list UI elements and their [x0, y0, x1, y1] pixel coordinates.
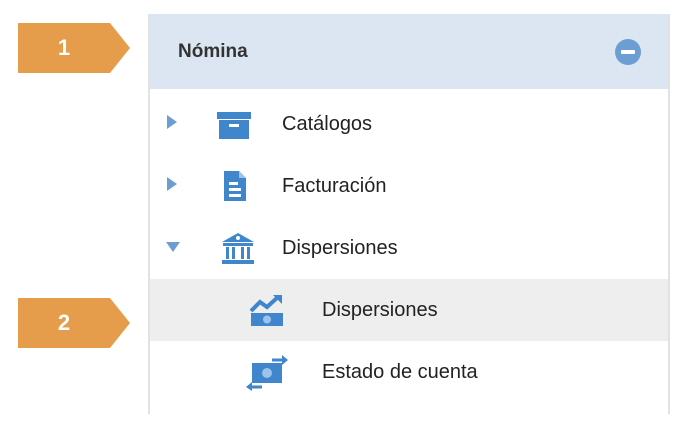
- menu-item-facturacion[interactable]: Facturación: [150, 155, 668, 217]
- menu-item-label: Dispersiones: [282, 237, 398, 259]
- document-icon: [224, 171, 246, 201]
- callout-step-1: 1: [18, 23, 130, 73]
- menu-item-label: Catálogos: [282, 113, 373, 135]
- submenu-item-estado-de-cuenta[interactable]: Estado de cuenta: [150, 341, 668, 403]
- panel-title: Nómina: [178, 41, 248, 62]
- callout-step-2: 2: [18, 298, 130, 348]
- archive-box-icon: [217, 112, 251, 139]
- menu-item-label: Facturación: [282, 175, 387, 197]
- menu-item-catalogos[interactable]: Catálogos: [150, 93, 668, 155]
- menu-item-dispersiones[interactable]: Dispersiones: [150, 217, 668, 279]
- caret-down-icon[interactable]: [166, 241, 180, 253]
- submenu-item-dispersiones[interactable]: Dispersiones: [150, 279, 668, 341]
- collapse-minus-icon[interactable]: [615, 39, 641, 65]
- nav-panel: Nómina Catálogos Facturación Dispersione…: [148, 14, 670, 414]
- money-chart-icon: [249, 295, 283, 326]
- money-exchange-icon: [246, 355, 288, 391]
- menu-item-label: Estado de cuenta: [322, 361, 478, 383]
- callout-number: 2: [57, 310, 71, 335]
- bank-icon: [222, 233, 254, 264]
- caret-right-icon[interactable]: [166, 177, 178, 191]
- callout-number: 1: [57, 35, 71, 60]
- menu-item-label: Dispersiones: [322, 299, 438, 321]
- panel-header[interactable]: Nómina: [150, 14, 668, 89]
- caret-right-icon[interactable]: [166, 115, 178, 129]
